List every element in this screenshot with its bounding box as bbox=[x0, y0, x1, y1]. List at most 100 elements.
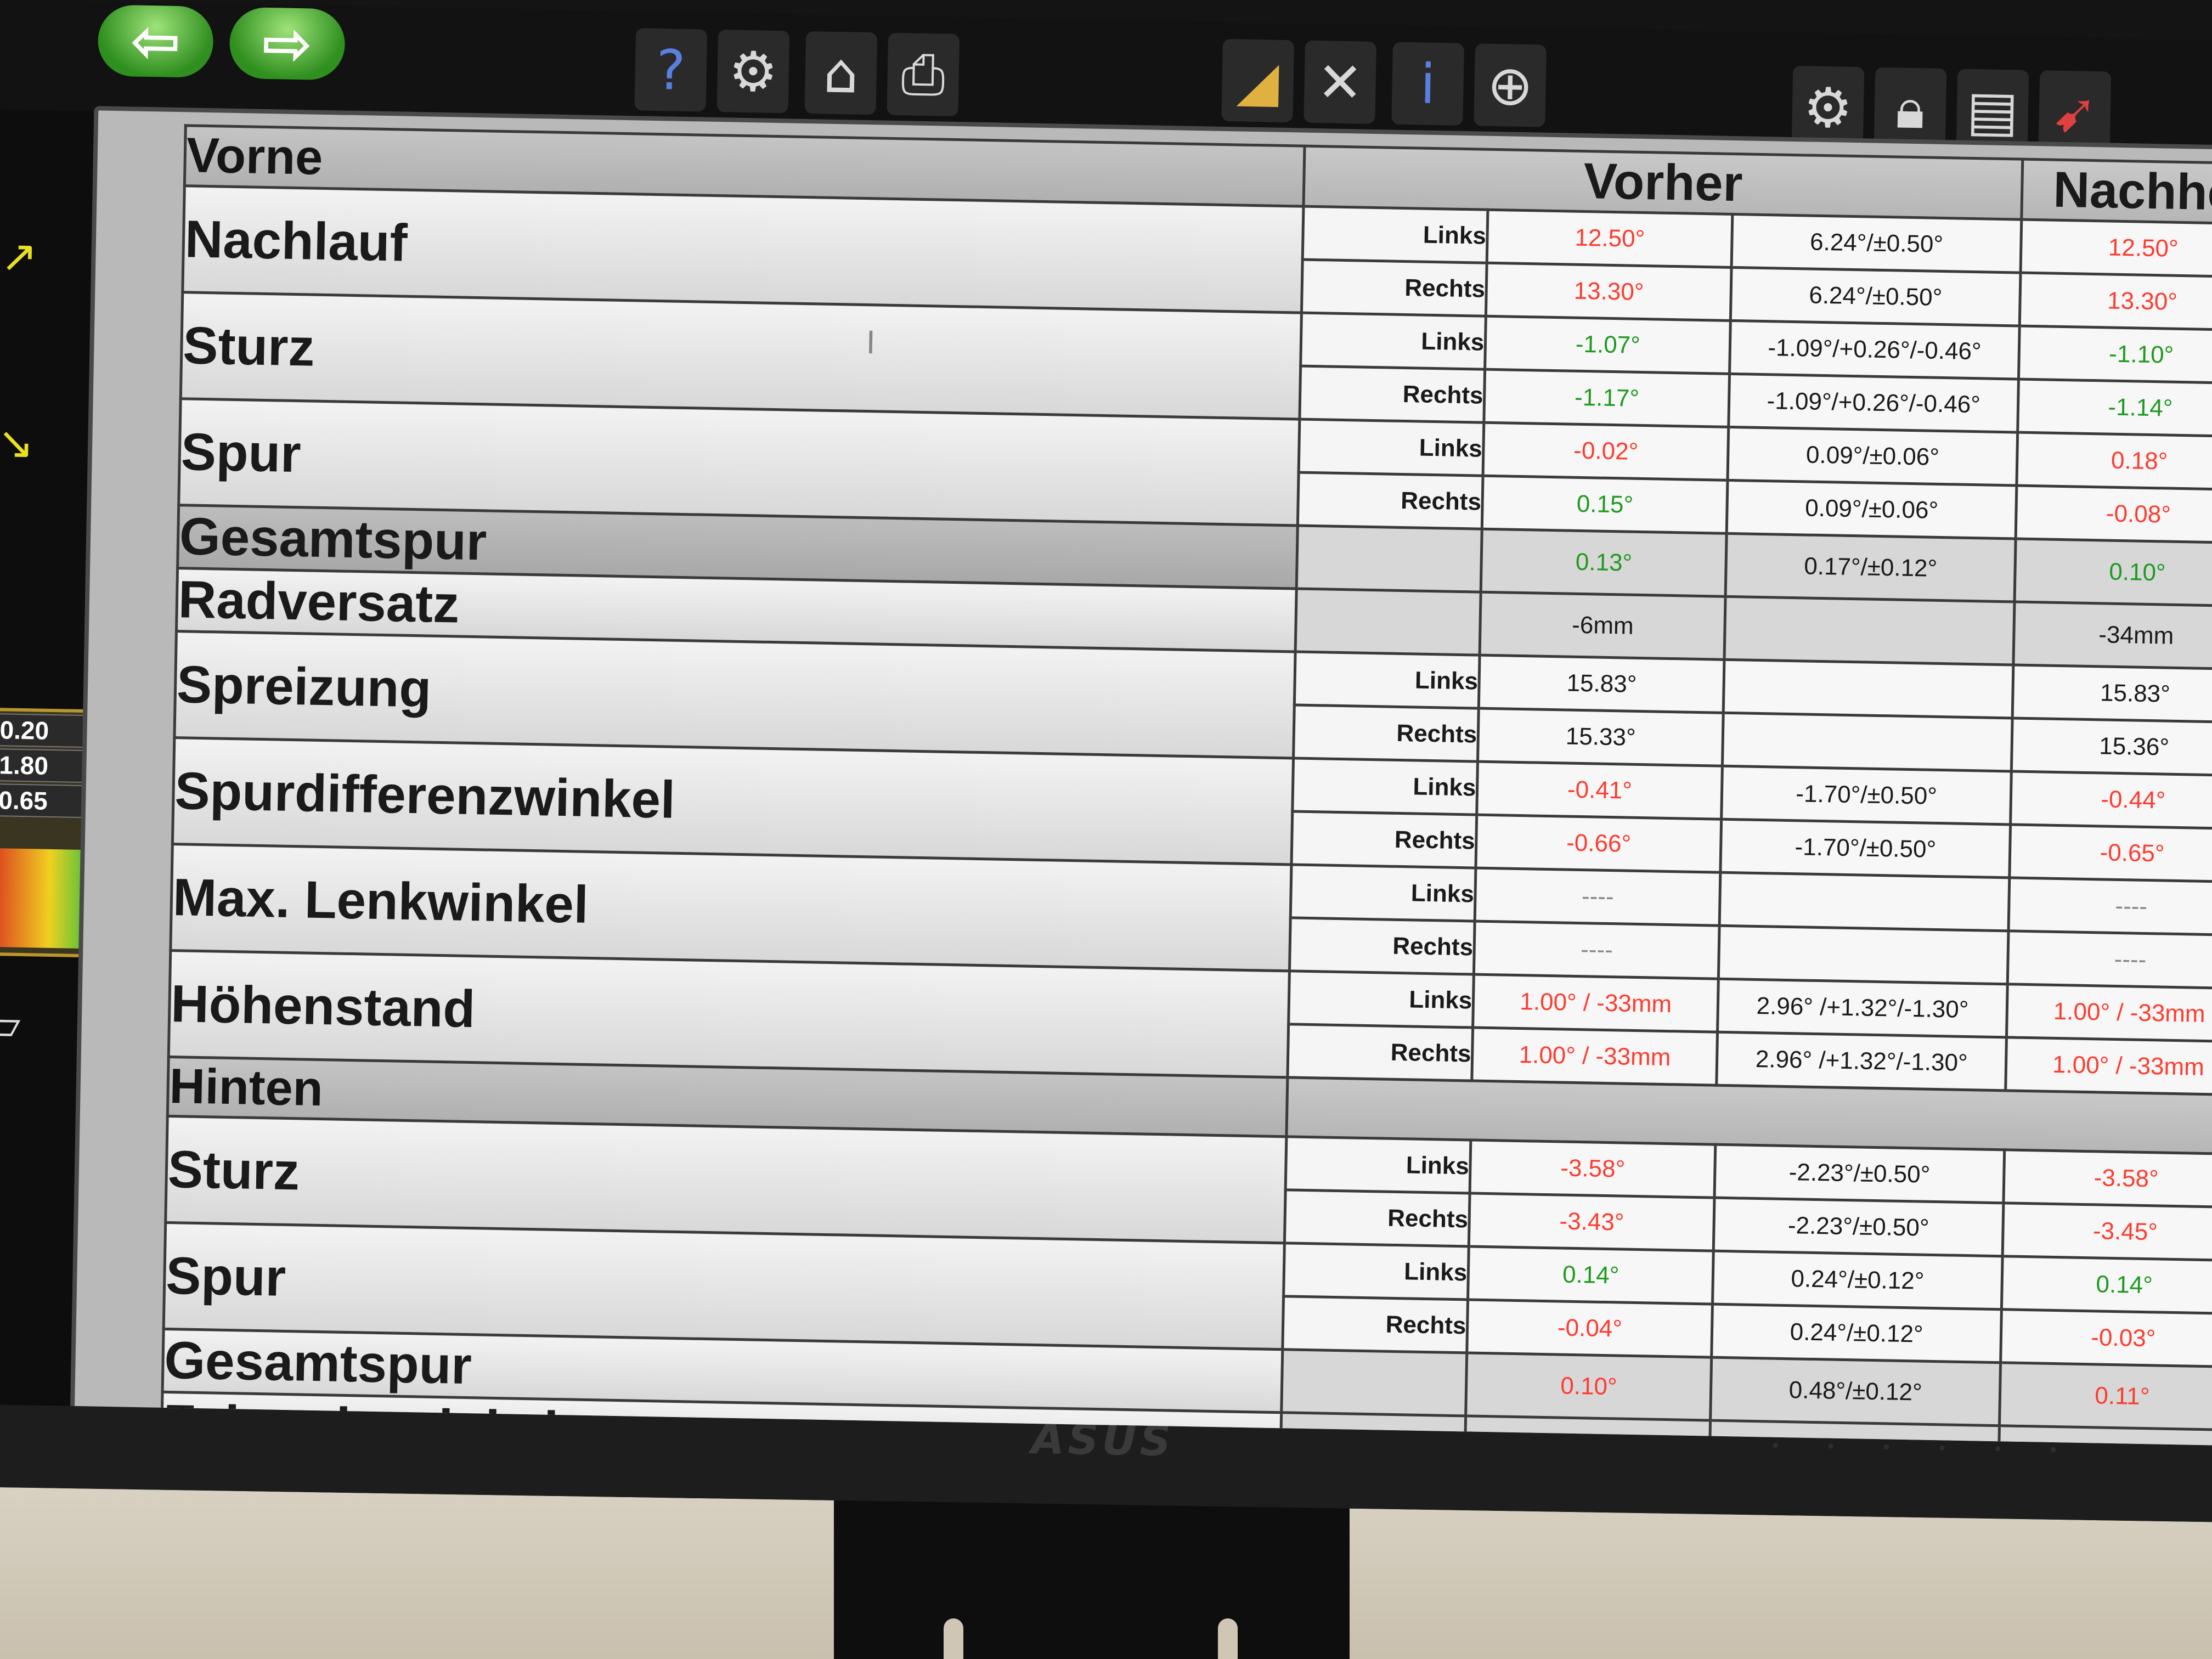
value-after: 0.18° bbox=[2016, 432, 2212, 490]
alignment-icon[interactable]: ↘ bbox=[0, 417, 35, 469]
side-label: Links bbox=[1293, 758, 1478, 815]
spec-value bbox=[1719, 872, 2010, 931]
side-label: Links bbox=[1302, 206, 1488, 263]
parameter-label: Spurdifferenzwinkel bbox=[172, 737, 1294, 865]
stand-slot bbox=[1218, 1618, 1238, 1659]
spec-value: 0.24°/±0.12° bbox=[1712, 1251, 2002, 1310]
side-label: Links bbox=[1283, 1243, 1469, 1300]
value-before: ---- bbox=[1475, 868, 1721, 926]
spec-value bbox=[1724, 596, 2015, 665]
monitor-stand bbox=[834, 1492, 1350, 1659]
side-label: Links bbox=[1294, 651, 1480, 709]
value-after: 15.83° bbox=[2012, 664, 2212, 723]
printer-icon[interactable]: ⎙ bbox=[887, 32, 960, 117]
value-after: -0.44° bbox=[2010, 771, 2212, 830]
value-before: -1.17° bbox=[1484, 369, 1730, 427]
value-after: 0.11° bbox=[1999, 1362, 2212, 1430]
value-after: 1.00° / -33mm bbox=[2006, 984, 2212, 1042]
value-after: -0.65° bbox=[2009, 824, 2212, 883]
value-before: 13.30° bbox=[1486, 263, 1732, 321]
results-table-container: Vorne Vorher Nachhe Nachlauf Links 12.50° 6.24… bbox=[161, 124, 2212, 1446]
value-after: -0.03° bbox=[2000, 1309, 2212, 1367]
side-label: Rechts bbox=[1283, 1296, 1468, 1353]
results-table: Vorne Vorher Nachhe Nachlauf Links 12.50° 6.24… bbox=[157, 124, 2212, 1446]
parameter-label: Spreizung bbox=[174, 631, 1296, 758]
side-label: Rechts bbox=[1289, 917, 1475, 975]
value-before: -6mm bbox=[1480, 592, 1726, 660]
value-before: -3.58° bbox=[1470, 1139, 1716, 1198]
side-label: Links bbox=[1289, 970, 1474, 1028]
photo-scene: ASUS • • • • • • ⇦ ⇨ ? ⚙ ⌂ ⎙ ◢ ✕ i ⊕ ⚙ 🔒… bbox=[0, 0, 2212, 1659]
spec-value: 0.24°/±0.12° bbox=[1712, 1304, 2002, 1363]
value-before: 12.50° bbox=[1487, 210, 1733, 268]
alignment-icon[interactable]: ↗ bbox=[1, 230, 38, 282]
side-label: Rechts bbox=[1293, 704, 1479, 762]
value-after: ---- bbox=[2008, 877, 2212, 936]
side-label bbox=[1295, 588, 1481, 656]
value-before: 0.15° bbox=[1482, 476, 1728, 534]
back-arrow-icon[interactable]: ⇦ bbox=[97, 4, 214, 78]
spec-value: 0.48°/±0.12° bbox=[1711, 1357, 2001, 1426]
value-before: -3.43° bbox=[1469, 1193, 1715, 1251]
side-label: Links bbox=[1299, 419, 1485, 476]
parameter-label: Spur bbox=[163, 1222, 1285, 1350]
value-after: 0.10° bbox=[2014, 538, 2212, 607]
side-label: Rechts bbox=[1297, 472, 1483, 529]
value-after: -34mm bbox=[2013, 601, 2212, 670]
side-label: Links bbox=[1290, 864, 1476, 922]
spec-value: 0.09°/±0.06° bbox=[1726, 480, 2017, 539]
side-label bbox=[1282, 1349, 1468, 1416]
spec-value: -1.09°/+0.26°/-0.46° bbox=[1729, 320, 2020, 380]
side-label: Rechts bbox=[1291, 811, 1477, 868]
spec-value: -1.70°/±0.50° bbox=[1720, 819, 2011, 878]
readout-value: 0.20 bbox=[0, 713, 96, 748]
monitor-screen: ⇦ ⇨ ? ⚙ ⌂ ⎙ ◢ ✕ i ⊕ ⚙ 🔒︎ ▤ ➹ ↗ ↘ 0.20 1.… bbox=[0, 0, 2212, 1446]
parameter-label: Höhenstand bbox=[168, 950, 1290, 1077]
value-before: 15.83° bbox=[1479, 655, 1725, 713]
side-label: Rechts bbox=[1288, 1024, 1473, 1081]
value-before: 1.00° / -33mm bbox=[1472, 1028, 1718, 1086]
spec-value: -2.23°/±0.50° bbox=[1714, 1144, 2005, 1203]
value-before: 0.10° bbox=[1465, 1352, 1712, 1421]
info-icon[interactable]: i bbox=[1391, 42, 1465, 126]
stand-slot bbox=[944, 1618, 963, 1659]
side-label: Links bbox=[1285, 1136, 1471, 1193]
forward-arrow-icon[interactable]: ⇨ bbox=[229, 7, 346, 81]
value-before: -0.02° bbox=[1483, 422, 1729, 481]
value-after: -1.14° bbox=[2017, 379, 2212, 437]
spec-value: 2.96° /+1.32°/-1.30° bbox=[1717, 979, 2008, 1037]
parameter-label: Sturz bbox=[165, 1116, 1287, 1243]
text-cursor: I bbox=[866, 324, 876, 361]
side-label: Links bbox=[1301, 313, 1486, 370]
value-before: -1.07° bbox=[1485, 316, 1731, 374]
value-after: -1.10° bbox=[2018, 326, 2212, 384]
spec-value: -2.23°/±0.50° bbox=[1713, 1198, 2004, 1256]
side-label: Rechts bbox=[1301, 259, 1487, 317]
parameter-label: Nachlauf bbox=[182, 185, 1304, 313]
column-header-after: Nachhe bbox=[2021, 159, 2212, 224]
spec-value: 6.24°/±0.50° bbox=[1731, 214, 2022, 273]
spec-value: -1.09°/+0.26°/-0.46° bbox=[1729, 374, 2019, 433]
spec-value: -1.70°/±0.50° bbox=[1722, 766, 2012, 825]
side-label: Rechts bbox=[1284, 1189, 1470, 1246]
adjust-icon[interactable]: ◢ bbox=[1221, 38, 1295, 123]
value-after: 0.14° bbox=[2001, 1256, 2212, 1314]
value-before: -0.04° bbox=[1467, 1299, 1713, 1358]
parameter-label: Spur bbox=[178, 398, 1300, 526]
value-before: -0.66° bbox=[1476, 815, 1722, 873]
value-before: -0.41° bbox=[1476, 761, 1723, 820]
document-icon[interactable]: ▱ bbox=[0, 998, 21, 1050]
side-label: Rechts bbox=[1300, 366, 1485, 423]
readout-value: 1.80 bbox=[0, 748, 95, 783]
side-label bbox=[1296, 526, 1482, 592]
value-before: 15.33° bbox=[1477, 708, 1724, 766]
zoom-icon[interactable]: ⊕ bbox=[1474, 43, 1547, 127]
spec-value bbox=[1723, 659, 2013, 718]
wheel-icon[interactable]: ⚙ bbox=[716, 30, 790, 114]
home-icon[interactable]: ⌂ bbox=[804, 31, 878, 115]
value-after: 15.36° bbox=[2011, 718, 2212, 776]
spec-value bbox=[1718, 926, 2008, 984]
value-after: 13.30° bbox=[2019, 273, 2212, 331]
tools-icon[interactable]: ✕ bbox=[1304, 40, 1377, 124]
help-book-icon[interactable]: ? bbox=[634, 28, 708, 112]
